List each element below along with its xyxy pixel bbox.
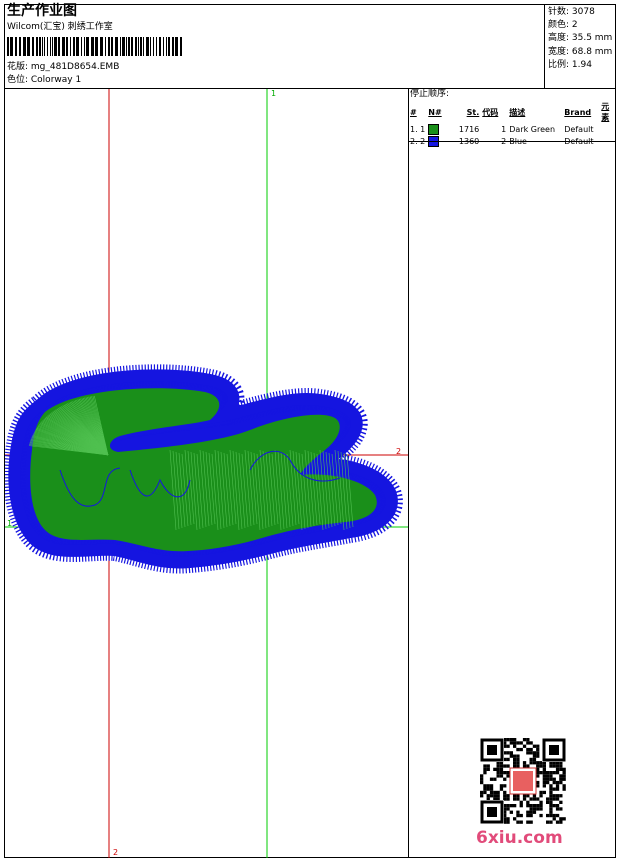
marker-bottom-red: 2 (113, 848, 118, 857)
marker-right-red: 2 (396, 447, 401, 456)
qr-code-image (480, 738, 566, 824)
marker-top-green: 1 (271, 89, 276, 98)
design-canvas: 1 2 1 2 (5, 89, 408, 858)
marker-left-green: 1 (7, 519, 12, 528)
watermark-logo: 6xiu.com (476, 828, 563, 848)
